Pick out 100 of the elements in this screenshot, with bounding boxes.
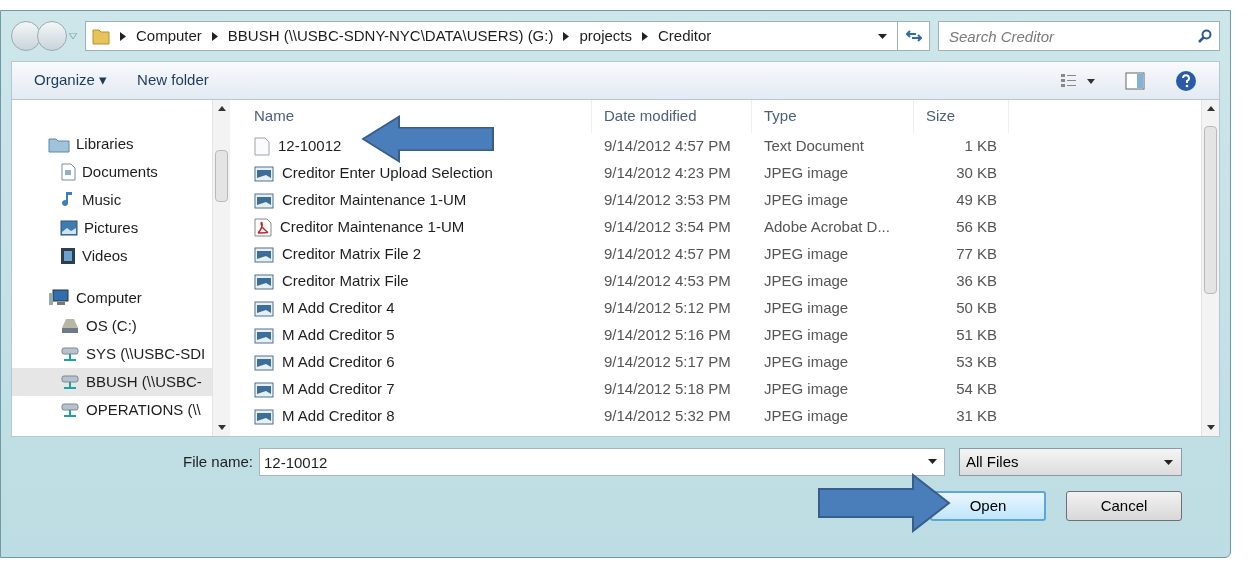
- file-name[interactable]: M Add Creditor 7: [282, 378, 395, 401]
- image-file-icon: [254, 192, 274, 209]
- table-cell-text: JPEG image: [763, 406, 850, 427]
- document-icon: [60, 163, 76, 181]
- file-name[interactable]: M Add Creditor 6: [282, 351, 395, 374]
- table-cell-text: 53 KB: [955, 352, 998, 373]
- scroll-thumb[interactable]: [1204, 126, 1217, 294]
- table-cell-text: 49 KB: [955, 190, 998, 211]
- network-drive-icon: [60, 401, 80, 419]
- scroll-up-icon[interactable]: [1207, 106, 1215, 111]
- table-cell-text: JPEG image: [763, 379, 850, 400]
- table-cell-text: 56 KB: [955, 217, 998, 238]
- table-cell-text: JPEG image: [763, 244, 850, 265]
- open-button[interactable]: Open: [930, 491, 1046, 521]
- breadcrumb-segment[interactable]: Creditor: [658, 24, 712, 48]
- table-cell-text: 9/14/2012 5:18 PM: [603, 379, 732, 400]
- table-cell-text: 9/14/2012 4:23 PM: [603, 163, 732, 184]
- file-name[interactable]: M Add Creditor 5: [282, 324, 395, 347]
- table-cell-text: 9/14/2012 5:12 PM: [603, 298, 732, 319]
- file-name[interactable]: Creditor Enter Upload Selection: [282, 162, 493, 185]
- table-cell-text: Adobe Acrobat D...: [763, 217, 891, 238]
- table-cell-text: JPEG image: [763, 352, 850, 373]
- toolbar-button[interactable]: New folder: [137, 69, 209, 92]
- image-file-icon: [254, 165, 274, 182]
- network-drive-icon: [60, 373, 80, 391]
- table-cell-text: JPEG image: [763, 271, 850, 292]
- computer-icon: [48, 289, 70, 307]
- table-cell-text: 9/14/2012 3:54 PM: [603, 217, 732, 238]
- scrollbar[interactable]: [212, 100, 230, 436]
- pdf-file-icon: [254, 218, 272, 237]
- column-header[interactable]: Size: [914, 100, 1009, 133]
- file-name[interactable]: Creditor Matrix File 2: [282, 243, 422, 266]
- picture-icon: [60, 220, 78, 236]
- image-file-icon: [254, 273, 274, 290]
- sidebar-item[interactable]: Pictures: [12, 214, 212, 242]
- dropdown-caret-icon: [1164, 459, 1173, 465]
- table-cell-text: 9/14/2012 4:53 PM: [603, 271, 732, 292]
- breadcrumb-segment[interactable]: BBUSH (\\USBC-SDNY-NYC\DATA\USERS) (G:): [227, 24, 554, 48]
- table-cell-text: 9/14/2012 5:32 PM: [603, 406, 732, 427]
- refresh-icon: [905, 29, 922, 43]
- sidebar-item[interactable]: BBUSH (\\USBC-: [12, 368, 212, 396]
- view-options-icon[interactable]: [1061, 73, 1095, 88]
- table-cell-text: 9/14/2012 3:53 PM: [603, 190, 732, 211]
- image-file-icon: [254, 300, 274, 317]
- scroll-up-icon[interactable]: [218, 106, 226, 111]
- table-cell-text: 9/14/2012 4:57 PM: [603, 136, 732, 157]
- sidebar-item[interactable]: Libraries: [12, 130, 212, 158]
- table-cell-text: 9/14/2012 4:57 PM: [603, 244, 732, 265]
- table-cell-text: 31 KB: [955, 406, 998, 427]
- network-drive-icon: [60, 345, 80, 363]
- table-cell-text: 9/14/2012 5:16 PM: [603, 325, 732, 346]
- file-name[interactable]: M Add Creditor 4: [282, 297, 395, 320]
- scrollbar[interactable]: [1201, 100, 1219, 436]
- scroll-thumb[interactable]: [215, 150, 228, 202]
- file-name[interactable]: Creditor Maintenance 1-UM: [282, 189, 467, 212]
- file-name[interactable]: Creditor Maintenance 1-UM: [280, 216, 465, 239]
- folder-icon: [92, 27, 110, 45]
- table-cell-text: 51 KB: [955, 325, 998, 346]
- drive-icon: [60, 317, 80, 335]
- sidebar-item[interactable]: Computer: [12, 284, 212, 312]
- toolbar-button[interactable]: Organize ▾: [34, 69, 108, 92]
- table-cell-text: JPEG image: [763, 190, 850, 211]
- table-cell-text: JPEG image: [763, 325, 850, 346]
- film-icon: [60, 247, 76, 265]
- library-folder-icon: [48, 135, 70, 153]
- search-icon[interactable]: [1198, 29, 1212, 43]
- sidebar-item[interactable]: Documents: [12, 158, 212, 186]
- scroll-down-icon[interactable]: [1207, 425, 1215, 430]
- breadcrumb-segment[interactable]: Computer: [136, 24, 202, 48]
- table-cell-text: JPEG image: [763, 298, 850, 319]
- breadcrumb-segment[interactable]: projects: [579, 24, 632, 48]
- table-cell-text: 30 KB: [955, 163, 998, 184]
- search-field[interactable]: Search Creditor: [938, 21, 1220, 51]
- image-file-icon: [254, 246, 274, 263]
- dropdown-caret-icon[interactable]: [928, 459, 937, 464]
- file-name-field[interactable]: 12-10012: [259, 448, 945, 476]
- scroll-down-icon[interactable]: [218, 425, 226, 430]
- file-name[interactable]: 12-10012: [278, 135, 342, 158]
- sidebar-item[interactable]: OS (C:): [12, 312, 212, 340]
- sidebar-item[interactable]: SYS (\\USBC-SDI: [12, 340, 212, 368]
- file-name[interactable]: M Add Creditor 8: [282, 405, 395, 428]
- file-name[interactable]: Creditor Matrix File: [282, 270, 409, 293]
- address-bar[interactable]: Computer BBUSH (\\USBC-SDNY-NYC\DATA\USERS) (G:) projects Creditor: [85, 21, 930, 51]
- table-cell-text: 54 KB: [955, 379, 998, 400]
- table-cell-text: 36 KB: [955, 271, 998, 292]
- column-header[interactable]: Type: [752, 100, 914, 133]
- chevron-icon: [642, 31, 648, 41]
- help-icon[interactable]: [1175, 69, 1197, 92]
- sidebar-item[interactable]: Music: [12, 186, 212, 214]
- cancel-button[interactable]: Cancel: [1066, 491, 1182, 521]
- column-header[interactable]: Date modified: [592, 100, 752, 133]
- sidebar-item[interactable]: Videos: [12, 242, 212, 270]
- table-cell-text: 77 KB: [955, 244, 998, 265]
- chevron-icon: [563, 31, 570, 41]
- image-file-icon: [254, 381, 274, 398]
- file-name-label: File name:: [181, 451, 254, 472]
- file-type-dropdown[interactable]: All Files: [959, 448, 1182, 476]
- sidebar-item[interactable]: OPERATIONS (\\: [12, 396, 212, 424]
- dropdown-caret-icon[interactable]: [878, 33, 887, 39]
- table-cell-text: 9/14/2012 5:17 PM: [603, 352, 732, 373]
